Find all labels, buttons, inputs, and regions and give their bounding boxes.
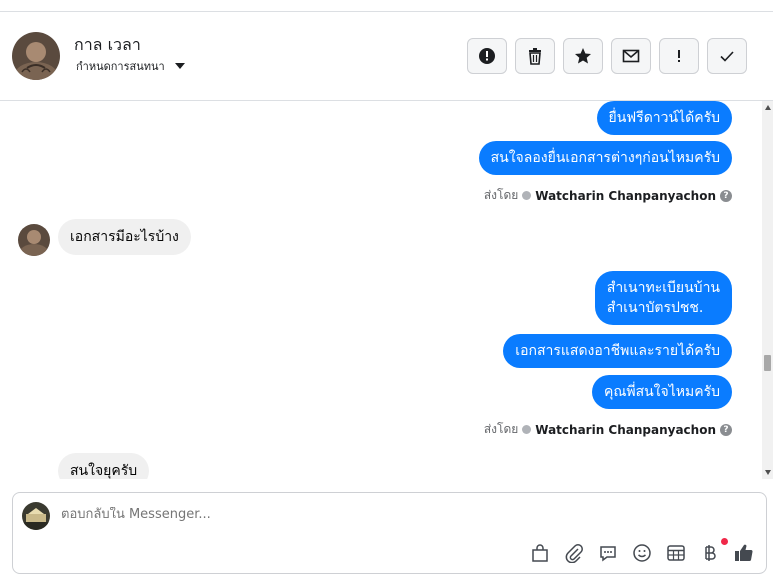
help-icon[interactable]: ? — [720, 423, 732, 436]
appointment-button[interactable] — [666, 543, 686, 563]
sender-name[interactable]: Watcharin Chanpanyachon — [535, 423, 716, 437]
message-outgoing[interactable]: เอกสารแสดงอาชีพและรายได้ครับ — [503, 334, 732, 368]
page-avatar — [22, 502, 50, 530]
table-icon — [667, 545, 685, 561]
help-icon[interactable]: ? — [720, 189, 732, 202]
emoji-button[interactable] — [632, 543, 652, 563]
star-icon — [575, 48, 591, 64]
contact-avatar-small — [18, 224, 50, 256]
baht-icon — [705, 545, 716, 561]
shop-button[interactable] — [530, 543, 550, 563]
sent-by-line: ส่งโดย Watcharin Chanpanyachon ? — [484, 420, 732, 439]
sent-by-label: ส่งโดย — [483, 422, 519, 436]
delete-button[interactable] — [515, 38, 555, 74]
attach-button[interactable] — [564, 543, 584, 563]
composer-tools — [530, 538, 754, 563]
messenger-window: กาล เวลา กำหนดการสนทนา ยื่นฟรีดาวน์ได้คร… — [0, 0, 773, 579]
notification-dot — [721, 538, 728, 545]
conversation-options[interactable]: กำหนดการสนทนา — [76, 57, 185, 75]
message-outgoing[interactable]: สำเนาทะเบียนบ้าน สำเนาบัตรปชช. — [594, 271, 732, 325]
mark-unread-button[interactable] — [611, 38, 651, 74]
trash-icon — [529, 48, 541, 65]
sender-name[interactable]: Watcharin Chanpanyachon — [535, 189, 716, 203]
reply-input[interactable] — [61, 507, 661, 522]
sent-check-icon — [522, 191, 532, 200]
message-outgoing[interactable]: ยื่นฟรีดาวน์ได้ครับ — [596, 101, 732, 135]
thumbs-up-icon — [735, 544, 753, 562]
mark-done-button[interactable] — [707, 38, 747, 74]
reply-composer — [12, 492, 767, 574]
sent-by-line: ส่งโดย Watcharin Chanpanyachon ? — [484, 186, 732, 205]
envelope-icon — [622, 49, 640, 63]
like-button[interactable] — [734, 543, 754, 563]
alert-circle-icon — [479, 48, 495, 64]
conversation-subtitle: กำหนดการสนทนา — [76, 60, 165, 73]
message-thread[interactable]: ยื่นฟรีดาวน์ได้ครับ สนใจลองยื่นเอกสารต่า… — [0, 101, 762, 479]
shopping-bag-icon — [532, 544, 548, 562]
payment-button[interactable] — [700, 538, 728, 563]
top-strip — [0, 0, 773, 12]
message-incoming[interactable]: สนใจยุครับ — [58, 453, 150, 479]
conversation-header: กาล เวลา กำหนดการสนทนา — [0, 12, 773, 101]
contact-name: กาล เวลา — [74, 35, 141, 54]
paperclip-icon — [565, 544, 583, 563]
message-outgoing[interactable]: คุณพี่สนใจไหมครับ — [591, 375, 732, 409]
star-button[interactable] — [563, 38, 603, 74]
follow-up-button[interactable] — [659, 38, 699, 74]
exclamation-icon — [678, 50, 680, 62]
message-incoming[interactable]: เอกสารมีอะไรบ้าง — [58, 219, 191, 255]
contact-avatar[interactable] — [12, 32, 60, 80]
caret-down-icon — [174, 63, 185, 69]
sent-by-label: ส่งโดย — [483, 188, 519, 202]
scroll-thumb[interactable] — [764, 355, 771, 371]
checkmark-icon — [720, 51, 734, 62]
smiley-icon — [633, 544, 651, 562]
message-outgoing[interactable]: สนใจลองยื่นเอกสารต่างๆก่อนไหมครับ — [478, 141, 732, 175]
spam-button[interactable] — [467, 38, 507, 74]
saved-replies-button[interactable] — [598, 543, 618, 563]
scroll-down-arrow-icon[interactable] — [765, 470, 771, 475]
header-actions — [467, 38, 747, 74]
chat-bubble-icon — [600, 546, 616, 562]
thread-scrollbar[interactable] — [762, 101, 773, 479]
sent-check-icon — [522, 425, 532, 434]
scroll-up-arrow-icon[interactable] — [765, 105, 771, 110]
